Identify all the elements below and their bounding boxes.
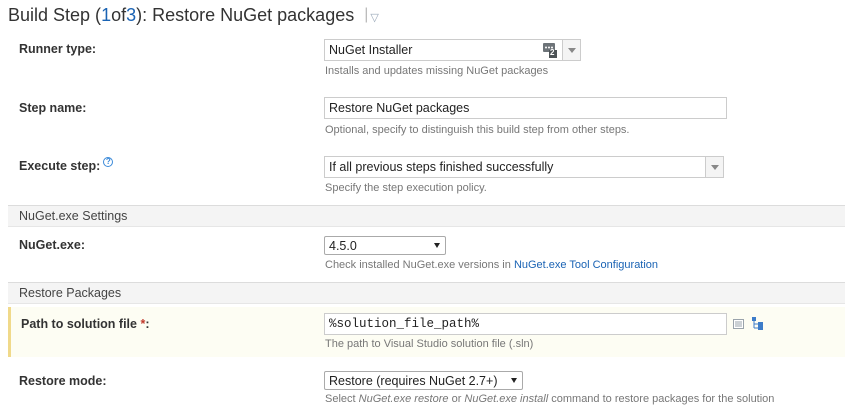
- title-separator: |: [364, 6, 369, 23]
- title-suffix: ): Restore NuGet packages: [136, 4, 355, 25]
- restore-mode-value: Restore (requires NuGet 2.7+): [329, 374, 498, 388]
- runner-type-select[interactable]: NuGet Installer 2: [324, 39, 581, 61]
- solution-path-label: Path to solution file *:: [21, 317, 150, 331]
- solution-path-input[interactable]: %solution_file_path%: [324, 313, 727, 335]
- restore-command-text: NuGet.exe restore: [358, 393, 449, 405]
- nuget-exe-label: NuGet.exe:: [19, 238, 85, 252]
- install-command-text: NuGet.exe install: [464, 393, 549, 405]
- runner-type-value: NuGet Installer: [329, 43, 413, 57]
- title-prefix: Build Step (: [8, 4, 102, 25]
- chevron-down-icon: [710, 164, 719, 170]
- solution-path-label-text: Path to solution file: [21, 317, 137, 331]
- restore-mode-label: Restore mode:: [19, 374, 107, 388]
- nuget-badge-number: 2: [550, 48, 555, 57]
- nuget-badge-icon: 2: [542, 42, 558, 58]
- solution-path-hint: The path to Visual Studio solution file …: [325, 338, 534, 350]
- section-restore-packages: Restore Packages: [8, 282, 845, 304]
- title-of: of: [111, 4, 127, 25]
- chevron-down-icon: [511, 378, 517, 383]
- restore-mode-select[interactable]: Restore (requires NuGet 2.7+): [324, 371, 523, 390]
- file-tree-chooser-icon[interactable]: [751, 316, 765, 330]
- nuget-exe-select[interactable]: 4.5.0: [324, 236, 446, 255]
- execute-step-label-text: Execute step:: [19, 159, 101, 173]
- text-editor-icon[interactable]: [732, 317, 746, 331]
- execute-step-value: If all previous steps finished successfu…: [329, 160, 554, 174]
- chevron-down-icon: [567, 47, 576, 53]
- step-name-hint: Optional, specify to distinguish this bu…: [325, 124, 630, 136]
- restore-mode-hint-or: or: [448, 393, 465, 405]
- nuget-exe-hint-text: Check installed NuGet.exe versions in: [325, 259, 514, 271]
- runner-type-label: Runner type:: [19, 42, 97, 56]
- section-nuget-settings: NuGet.exe Settings: [8, 205, 845, 227]
- step-name-label: Step name:: [19, 101, 87, 115]
- execute-step-dropdown-button[interactable]: [705, 157, 723, 177]
- restore-mode-hint: Select NuGet.exe restore or NuGet.exe in…: [325, 393, 774, 405]
- step-total-link[interactable]: 3: [126, 5, 136, 26]
- nuget-exe-hint: Check installed NuGet.exe versions in Nu…: [325, 259, 658, 271]
- execute-step-label: Execute step:?: [19, 157, 114, 173]
- help-icon[interactable]: ?: [103, 157, 114, 167]
- solution-path-label-colon: :: [145, 317, 150, 331]
- step-name-input[interactable]: Restore NuGet packages: [324, 97, 727, 119]
- nuget-exe-value: 4.5.0: [329, 239, 357, 253]
- restore-mode-hint-text: Select: [325, 393, 359, 405]
- chevron-down-icon: [434, 243, 440, 248]
- page-title: Build Step (1 of 3): Restore NuGet packa…: [8, 4, 379, 26]
- execute-step-hint: Specify the step execution policy.: [325, 182, 487, 194]
- runner-type-hint: Installs and updates missing NuGet packa…: [325, 65, 549, 77]
- title-menu-caret-icon[interactable]: ▽: [370, 11, 378, 24]
- restore-mode-hint-suffix: command to restore packages for the solu…: [548, 393, 775, 405]
- step-index-link[interactable]: 1: [101, 5, 111, 26]
- nuget-tool-configuration-link[interactable]: NuGet.exe Tool Configuration: [514, 259, 658, 271]
- runner-type-dropdown-button[interactable]: [562, 40, 580, 60]
- execute-step-select[interactable]: If all previous steps finished successfu…: [324, 156, 724, 178]
